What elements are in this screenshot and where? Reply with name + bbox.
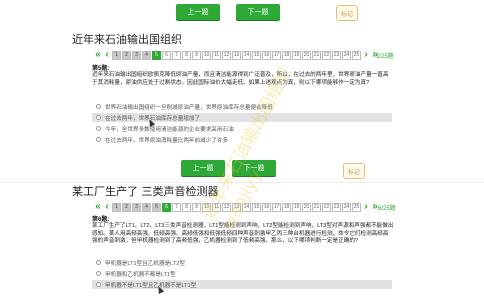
question-text: 某工厂生产了LT1、LT2、LT3三类声音检测器，LT1型能检测到声响，LT2型… [92, 223, 394, 244]
question-counter: 5/25题 [376, 54, 394, 60]
page-number-5[interactable]: 5 [152, 202, 161, 212]
page-number-20[interactable]: 20 [302, 50, 311, 60]
question-text: 近年来石油输出国组织欧佩克降低原油产量，而且清洁能源得到广泛普及，所以，在过去的… [92, 72, 389, 86]
page-number-10[interactable]: 10 [202, 50, 211, 60]
prev-page-icon[interactable]: ‹ [103, 50, 111, 60]
page-number-8[interactable]: 8 [182, 50, 191, 60]
page-number-9[interactable]: 9 [192, 50, 201, 60]
radio-button-icon[interactable] [96, 137, 101, 142]
page-number-3[interactable]: 3 [132, 202, 141, 212]
question-number: 第6题: [92, 217, 110, 223]
radio-button-icon[interactable] [96, 282, 101, 287]
page-number-24[interactable]: 24 [342, 202, 351, 212]
page-number-8[interactable]: 8 [182, 202, 191, 212]
page-number-13[interactable]: 13 [232, 202, 241, 212]
radio-button-icon[interactable] [96, 104, 101, 109]
next-question-button[interactable]: 下一题 [236, 4, 280, 20]
page-number-22[interactable]: 22 [322, 50, 331, 60]
mark-button[interactable]: 标记 [336, 5, 358, 21]
page-number-24[interactable]: 24 [342, 50, 351, 60]
next-page-icon[interactable]: › [362, 202, 370, 212]
first-page-icon[interactable]: « [94, 202, 102, 212]
question-block: 第6题: 某工厂生产了LT1、LT2、LT3三类声音检测器，LT1型能检测到声响… [92, 214, 394, 246]
page-number-25[interactable]: 25 [352, 202, 361, 212]
page-number-18[interactable]: 18 [282, 50, 291, 60]
page-number-21[interactable]: 21 [312, 202, 321, 212]
question-pager: « ‹ 1 2 3 4 5 6 7 8 9 10 11 12 13 14 15 16 17 18 19 20 21 22 2… [94, 50, 379, 60]
answer-option[interactable]: 甲机器和乙机器不都是LT1型 [92, 269, 392, 278]
prev-question-button[interactable]: 上一题 [181, 160, 225, 176]
page-number-13[interactable]: 13 [232, 50, 241, 60]
question-pager: « ‹ 1 2 3 4 5 6 7 8 9 10 11 12 13 14 15 16 17 18 19 20 21 22 2… [94, 202, 379, 212]
page-number-5[interactable]: 5 [152, 50, 161, 60]
page-number-22[interactable]: 22 [322, 202, 331, 212]
page-title: 近年来石油输出国组织 [72, 33, 182, 46]
radio-button-icon[interactable] [96, 271, 101, 276]
page-number-21[interactable]: 21 [312, 50, 321, 60]
page-number-20[interactable]: 20 [302, 202, 311, 212]
question-counter: 6/25题 [378, 206, 396, 212]
page-number-6[interactable]: 6 [162, 202, 171, 212]
page-number-14[interactable]: 14 [242, 50, 251, 60]
page-number-6[interactable]: 6 [162, 50, 171, 60]
page-number-2[interactable]: 2 [122, 50, 131, 60]
next-page-icon[interactable]: › [362, 50, 370, 60]
page-title: 某工厂生产了 三类声音检测器 [72, 185, 219, 198]
page-number-10[interactable]: 10 [202, 202, 211, 212]
page-number-15[interactable]: 15 [252, 202, 261, 212]
answer-option-label: 甲机器不是LT1型且乙机器不是LT1型 [105, 282, 197, 289]
mark-button[interactable]: 标记 [343, 163, 365, 179]
prev-page-icon[interactable]: ‹ [103, 202, 111, 212]
answer-option-label: 甲机器是LT1型且乙机器是LT2型 [105, 260, 185, 267]
page-number-3[interactable]: 3 [132, 50, 141, 60]
page-number-17[interactable]: 17 [272, 202, 281, 212]
radio-button-icon[interactable] [96, 260, 101, 265]
answer-option[interactable]: 甲机器不是LT1型且乙机器不是LT1型 [92, 280, 392, 289]
answer-option[interactable]: 在过去两年，世界石油库存总量增加了 [92, 113, 392, 122]
page-number-11[interactable]: 11 [212, 202, 221, 212]
prev-question-button[interactable]: 上一题 [176, 4, 220, 20]
radio-button-icon[interactable] [96, 126, 101, 131]
page-number-7[interactable]: 7 [172, 202, 181, 212]
page-number-16[interactable]: 16 [262, 202, 271, 212]
page-number-4[interactable]: 4 [142, 202, 151, 212]
page-number-2[interactable]: 2 [122, 202, 131, 212]
page-number-4[interactable]: 4 [142, 50, 151, 60]
page-number-15[interactable]: 15 [252, 50, 261, 60]
radio-button-icon[interactable] [96, 115, 101, 120]
first-page-icon[interactable]: « [94, 50, 102, 60]
page-number-23[interactable]: 23 [332, 50, 341, 60]
page-number-19[interactable]: 19 [292, 50, 301, 60]
page-number-12[interactable]: 12 [222, 202, 231, 212]
answer-option-label: 在过去两年，世界原油消耗量比两年前减少了许多 [105, 137, 229, 144]
page-number-1[interactable]: 1 [112, 202, 121, 212]
page-number-9[interactable]: 9 [192, 202, 201, 212]
page-number-25[interactable]: 25 [352, 50, 361, 60]
page-number-14[interactable]: 14 [242, 202, 251, 212]
page-number-11[interactable]: 11 [212, 50, 221, 60]
question-block: 第5题: 近年来石油输出国组织欧佩克降低原油产量，而且清洁能源得到广泛普及，所以… [92, 63, 394, 87]
page-number-19[interactable]: 19 [292, 202, 301, 212]
page-number-18[interactable]: 18 [282, 202, 291, 212]
answer-option-label: 甲机器和乙机器不都是LT1型 [105, 271, 176, 278]
answer-option[interactable]: 世界石油输出国组织一旦削减原油产量，世界原油库存总量便会降低 [92, 102, 392, 111]
answer-option-label: 世界石油输出国组织一旦削减原油产量，世界原油库存总量便会降低 [105, 104, 273, 111]
answer-option[interactable]: 今年，全世界多数使用清洁能源的企业要求采用石油 [92, 124, 392, 133]
page-number-17[interactable]: 17 [272, 50, 281, 60]
page-number-7[interactable]: 7 [172, 50, 181, 60]
answer-option-label: 今年，全世界多数使用清洁能源的企业要求采用石油 [105, 126, 234, 133]
page-number-12[interactable]: 12 [222, 50, 231, 60]
next-question-button[interactable]: 下一题 [232, 160, 276, 176]
page-number-16[interactable]: 16 [262, 50, 271, 60]
page-number-23[interactable]: 23 [332, 202, 341, 212]
page-number-1[interactable]: 1 [112, 50, 121, 60]
answer-option[interactable]: 在过去两年，世界原油消耗量比两年前减少了许多 [92, 135, 392, 144]
question-number: 第5题: [92, 66, 110, 72]
answer-option[interactable]: 甲机器是LT1型且乙机器是LT2型 [92, 258, 392, 267]
